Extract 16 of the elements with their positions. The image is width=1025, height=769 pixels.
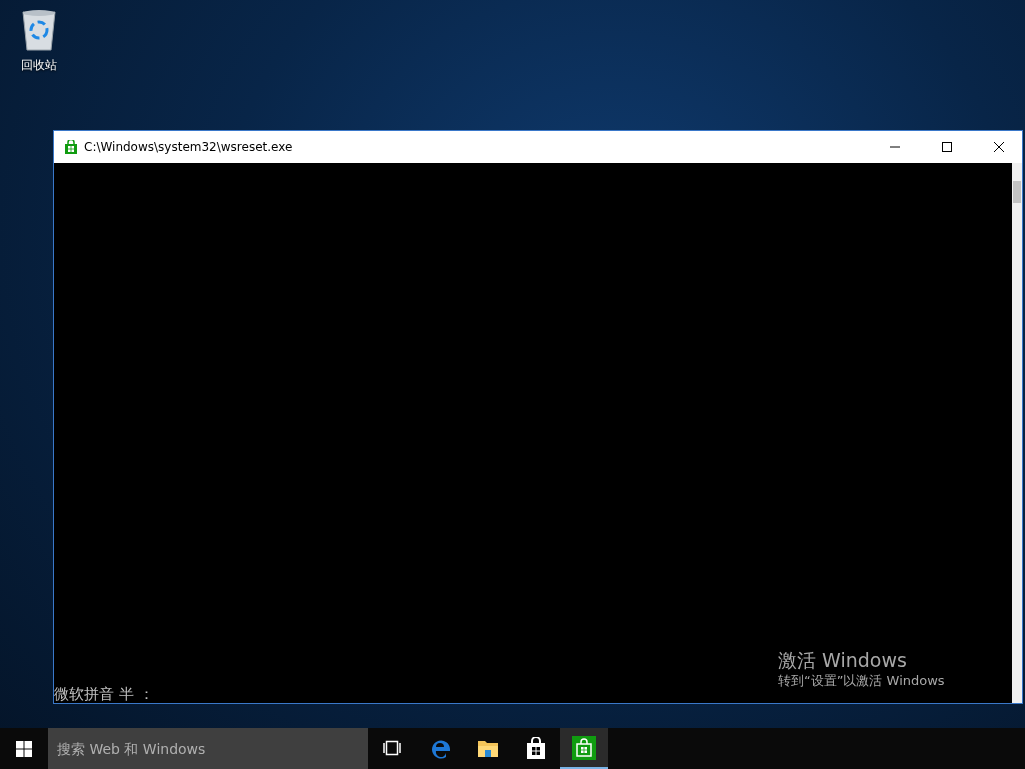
activation-message: 转到“设置”以激活 Windows — [778, 672, 945, 690]
store-app-button[interactable] — [560, 728, 608, 769]
console-ime-status: 微软拼音 半 ： — [54, 685, 154, 703]
activation-title: 激活 Windows — [778, 648, 908, 672]
windows-logo-icon — [16, 740, 32, 757]
search-field[interactable]: 搜索 Web 和 Windows — [48, 728, 368, 769]
close-icon — [994, 142, 1004, 152]
desktop-icon-label[interactable]: 回收站 — [21, 56, 57, 74]
task-view-icon — [382, 739, 402, 756]
recycle-bin-icon[interactable] — [19, 8, 59, 52]
shopping-bag-icon — [572, 735, 596, 760]
store-bag-icon — [64, 140, 78, 154]
window-title: C:\Windows\system32\wsreset.exe — [84, 139, 294, 156]
shopping-bag-icon — [526, 736, 546, 759]
maximize-icon — [942, 142, 952, 152]
scrollbar[interactable] — [1012, 163, 1022, 703]
